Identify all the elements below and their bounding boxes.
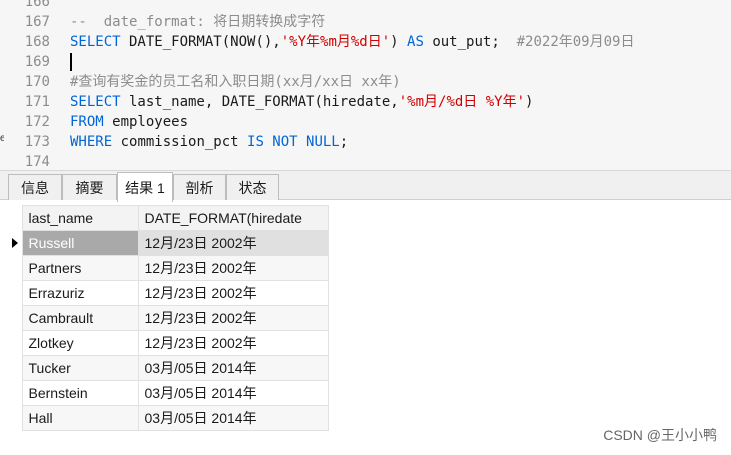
code-line[interactable]: 172 FROM employees <box>0 112 731 132</box>
watermark: CSDN @王小小鸭 <box>603 427 717 443</box>
code-text: SELECT DATE_FORMAT(NOW(),'%Y年%m月%d日') AS… <box>70 32 634 52</box>
cell-date-format[interactable]: 03月/05日 2014年 <box>137 355 329 381</box>
code-text: -- date_format: 将日期转换成字符 <box>70 12 325 32</box>
code-line[interactable]: 166 <box>0 0 731 12</box>
sql-keyword: SELECT <box>70 94 121 110</box>
code-text: #查询有奖金的员工名和入职日期(xx月/xx日 xx年) <box>70 72 401 92</box>
code-text: FROM employees <box>70 112 188 132</box>
sql-keyword: IS NOT NULL <box>247 134 340 150</box>
table-row[interactable]: Partners 12月/23日 2002年 <box>8 255 329 281</box>
sql-keyword: WHERE <box>70 134 113 150</box>
table-row[interactable]: Hall 03月/05日 2014年 <box>8 405 329 431</box>
line-number: 172 <box>24 114 50 130</box>
column-header-date-format[interactable]: DATE_FORMAT(hiredate <box>137 205 329 231</box>
cell-date-format[interactable]: 12月/23日 2002年 <box>137 330 329 356</box>
cell-date-format[interactable]: 12月/23日 2002年 <box>137 305 329 331</box>
result-grid[interactable]: last_name DATE_FORMAT(hiredate Russell 12… <box>8 205 329 431</box>
line-number: 171 <box>24 94 50 110</box>
row-indicator <box>8 330 22 356</box>
sql-comment: -- date_format: 将日期转换成字符 <box>70 14 326 30</box>
sql-token: ) <box>525 94 534 110</box>
code-text: WHERE commission_pct IS NOT NULL; <box>70 132 348 152</box>
cell-last-name[interactable]: Russell <box>21 230 139 256</box>
sql-editor[interactable]: 166 167 -- date_format: 将日期转换成字符 168 SELECT … <box>0 0 731 170</box>
result-tab-bar: 信息 摘要 结果 1 剖析 状态 <box>0 170 731 202</box>
sql-string: '%m月/%d日 %Y年' <box>398 94 526 110</box>
cell-last-name[interactable]: Zlotkey <box>21 330 139 356</box>
cell-last-name[interactable]: Bernstein <box>21 380 139 406</box>
code-line[interactable]: 167 -- date_format: 将日期转换成字符 <box>0 12 731 32</box>
line-number: 174 <box>24 154 50 170</box>
sql-keyword: SELECT <box>70 34 121 50</box>
line-number: 166 <box>24 0 50 10</box>
result-grid-area: last_name DATE_FORMAT(hiredate Russell 12… <box>0 200 731 455</box>
header-indicator <box>8 205 22 231</box>
code-line[interactable]: 170 #查询有奖金的员工名和入职日期(xx月/xx日 xx年) <box>0 72 731 92</box>
sql-keyword: AS <box>407 34 424 50</box>
code-line[interactable]: 174 <box>0 152 731 170</box>
table-row[interactable]: Cambrault 12月/23日 2002年 <box>8 305 329 331</box>
code-text: SELECT last_name, DATE_FORMAT(hiredate,'… <box>70 92 533 112</box>
tab-2[interactable]: 结果 1 <box>117 172 173 202</box>
cell-date-format[interactable]: 12月/23日 2002年 <box>137 230 329 256</box>
cell-last-name[interactable]: Hall <box>21 405 139 431</box>
sql-token: last_name, DATE_FORMAT(hiredate, <box>120 94 399 110</box>
row-indicator <box>8 405 22 431</box>
cell-date-format[interactable]: 12月/23日 2002年 <box>137 280 329 306</box>
tab-0[interactable]: 信息 <box>8 174 62 201</box>
sql-token: DATE_FORMAT(NOW(), <box>120 34 281 50</box>
sql-keyword: FROM <box>70 114 104 130</box>
row-indicator <box>8 380 22 406</box>
line-number: 169 <box>24 54 50 70</box>
column-header-last-name[interactable]: last_name <box>21 205 139 231</box>
tab-3[interactable]: 剖析 <box>173 174 226 201</box>
edge-mark: e <box>0 133 4 144</box>
cell-date-format[interactable]: 03月/05日 2014年 <box>137 405 329 431</box>
cell-last-name[interactable]: Partners <box>21 255 139 281</box>
text-caret <box>70 53 72 71</box>
sql-token: out_put; <box>423 34 517 50</box>
table-row[interactable]: Bernstein 03月/05日 2014年 <box>8 380 329 406</box>
sql-token: ; <box>339 134 349 150</box>
line-number: 173 <box>24 134 50 150</box>
cell-last-name[interactable]: Cambrault <box>21 305 139 331</box>
code-line[interactable]: 169 <box>0 52 731 72</box>
cell-last-name[interactable]: Tucker <box>21 355 139 381</box>
line-number: 170 <box>24 74 50 90</box>
row-indicator <box>8 255 22 281</box>
row-indicator <box>8 355 22 381</box>
sql-string: '%Y年%m月%d日' <box>280 34 391 50</box>
cell-date-format[interactable]: 12月/23日 2002年 <box>137 255 329 281</box>
row-indicator <box>8 305 22 331</box>
table-row[interactable]: Tucker 03月/05日 2014年 <box>8 355 329 381</box>
current-row-arrow-icon <box>11 238 18 248</box>
sql-comment: #查询有奖金的员工名和入职日期(xx月/xx日 xx年) <box>70 74 401 90</box>
line-number: 168 <box>24 34 50 50</box>
table-row[interactable]: Zlotkey 12月/23日 2002年 <box>8 330 329 356</box>
row-indicator <box>8 230 22 256</box>
cell-date-format[interactable]: 03月/05日 2014年 <box>137 380 329 406</box>
cell-last-name[interactable]: Errazuriz <box>21 280 139 306</box>
code-line[interactable]: 173 WHERE commission_pct IS NOT NULL; <box>0 132 731 152</box>
tab-4[interactable]: 状态 <box>226 174 279 201</box>
tab-1[interactable]: 摘要 <box>62 174 117 201</box>
row-indicator <box>8 280 22 306</box>
line-number: 167 <box>24 14 50 30</box>
sql-token: commission_pct <box>112 134 248 150</box>
sql-comment: #2022年09月09日 <box>516 34 635 50</box>
code-line[interactable]: 168 SELECT DATE_FORMAT(NOW(),'%Y年%m月%d日')… <box>0 32 731 52</box>
table-row[interactable]: Russell 12月/23日 2002年 <box>8 230 329 256</box>
code-line[interactable]: 171 SELECT last_name, DATE_FORMAT(hiredat… <box>0 92 731 112</box>
sql-token: employees <box>103 114 189 130</box>
sql-token: ) <box>390 34 408 50</box>
table-row[interactable]: Errazuriz 12月/23日 2002年 <box>8 280 329 306</box>
grid-header-row: last_name DATE_FORMAT(hiredate <box>8 205 329 231</box>
